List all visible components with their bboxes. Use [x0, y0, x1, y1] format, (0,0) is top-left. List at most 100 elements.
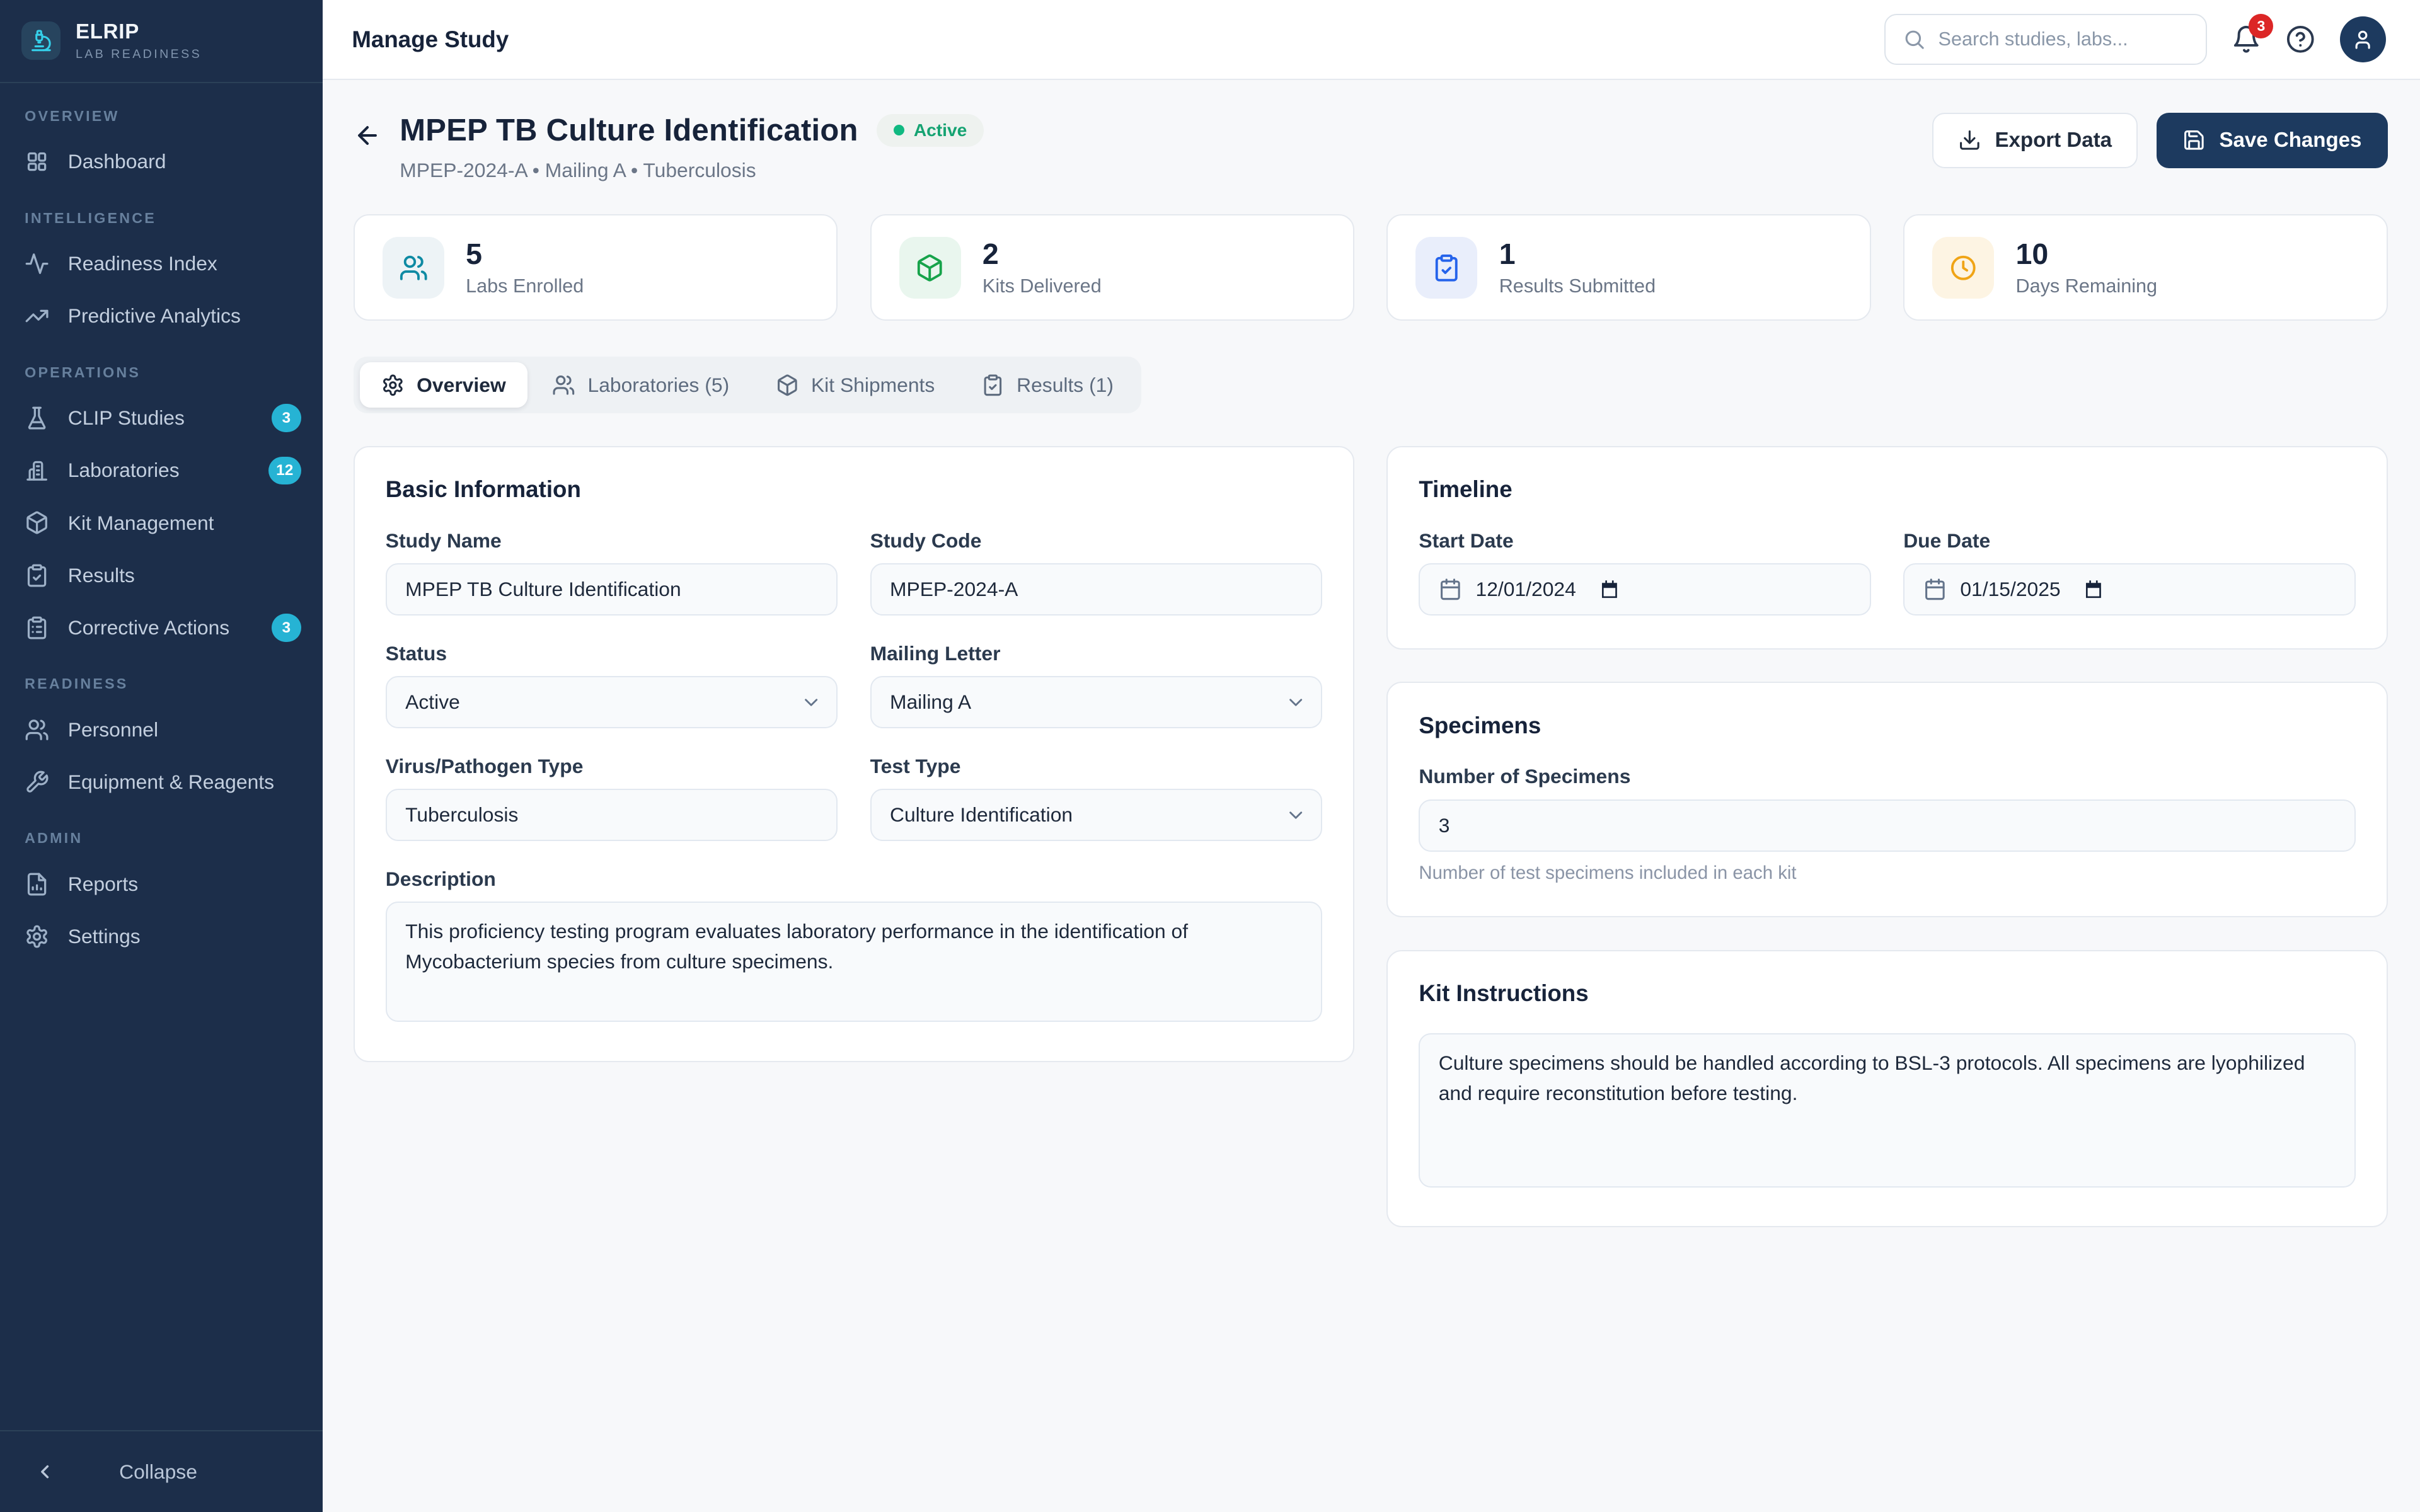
sidebar-item-label: Laboratories	[68, 459, 250, 482]
notifications-button[interactable]: 3	[2232, 25, 2261, 54]
search-box[interactable]	[1884, 14, 2207, 65]
activity-icon	[25, 251, 49, 276]
app-window: ELRIP LAB READINESS OVERVIEW Dashboard I…	[0, 0, 2420, 1512]
specimens-helper-text: Number of test specimens included in eac…	[1419, 862, 2355, 884]
clipboard-check-icon	[981, 374, 1005, 397]
sidebar-item-corrective-actions[interactable]: Corrective Actions 3	[0, 602, 323, 654]
sidebar-item-label: Dashboard	[68, 150, 301, 173]
number-of-specimens-input[interactable]	[1419, 799, 2355, 852]
start-date-label: Start Date	[1419, 529, 1870, 553]
sidebar-item-label: Equipment & Reagents	[68, 770, 301, 794]
description-label: Description	[386, 868, 1322, 891]
stat-value: 5	[466, 238, 584, 270]
test-type-select[interactable]: Culture Identification	[870, 789, 1322, 841]
status-badge: Active	[877, 114, 984, 147]
study-code-label: Study Code	[870, 529, 1322, 553]
sidebar-collapse-button[interactable]: Collapse	[0, 1430, 323, 1512]
wrench-icon	[25, 770, 49, 794]
section-title-specimens: Specimens	[1419, 713, 2355, 739]
collapse-label: Collapse	[55, 1460, 261, 1484]
mailing-letter-select[interactable]: Mailing A	[870, 676, 1322, 728]
description-textarea[interactable]: This proficiency testing program evaluat…	[386, 902, 1322, 1022]
users-icon	[552, 374, 575, 397]
microscope-logo-icon	[21, 21, 60, 60]
section-title-basic-information: Basic Information	[386, 476, 1322, 503]
export-data-button[interactable]: Export Data	[1932, 113, 2138, 168]
stat-label: Kits Delivered	[982, 275, 1102, 297]
study-name-label: Study Name	[386, 529, 838, 553]
study-code-input[interactable]	[870, 563, 1322, 616]
sidebar-item-results[interactable]: Results	[0, 549, 323, 602]
tab-laboratories[interactable]: Laboratories (5)	[531, 362, 751, 407]
sidebar-item-kit-management[interactable]: Kit Management	[0, 496, 323, 549]
stat-card-labs-enrolled: 5 Labs Enrolled	[354, 214, 838, 321]
clipboard-list-icon	[25, 616, 49, 640]
sidebar-item-label: Reports	[68, 873, 301, 896]
stat-label: Results Submitted	[1499, 275, 1656, 297]
section-title-timeline: Timeline	[1419, 476, 2355, 503]
tab-results[interactable]: Results (1)	[960, 362, 1136, 407]
main-area: Manage Study 3	[323, 0, 2420, 1512]
status-label: Status	[386, 642, 838, 665]
nav-section-admin: ADMIN	[0, 808, 323, 857]
download-icon	[1958, 129, 1981, 152]
users-icon	[25, 718, 49, 742]
clipboard-check-icon	[25, 563, 49, 588]
study-breadcrumb: MPEP-2024-A • Mailing A • Tuberculosis	[400, 159, 984, 182]
section-title-kit-instructions: Kit Instructions	[1419, 980, 2355, 1007]
users-icon	[383, 237, 444, 299]
date-picker-icon[interactable]	[2083, 580, 2104, 600]
study-name-input[interactable]	[386, 563, 838, 616]
save-changes-button[interactable]: Save Changes	[2157, 113, 2388, 168]
kit-instructions-textarea[interactable]: Culture specimens should be handled acco…	[1419, 1033, 2355, 1188]
package-icon	[25, 510, 49, 535]
chevron-left-icon	[34, 1461, 55, 1482]
sidebar-item-label: Corrective Actions	[68, 616, 253, 639]
stat-card-kits-delivered: 2 Kits Delivered	[870, 214, 1354, 321]
tab-overview[interactable]: Overview	[360, 362, 527, 407]
user-avatar[interactable]	[2340, 16, 2386, 62]
pathogen-type-input[interactable]	[386, 789, 838, 841]
sidebar-item-predictive-analytics[interactable]: Predictive Analytics	[0, 290, 323, 342]
export-data-label: Export Data	[1995, 129, 2112, 152]
mailing-letter-label: Mailing Letter	[870, 642, 1322, 665]
search-input[interactable]	[1939, 28, 2189, 50]
tab-label: Results (1)	[1017, 374, 1114, 397]
brand: ELRIP LAB READINESS	[0, 0, 323, 82]
start-date-input[interactable]: 12/01/2024	[1419, 563, 1870, 616]
laboratories-count-badge: 12	[268, 457, 301, 484]
sidebar-item-clip-studies[interactable]: CLIP Studies 3	[0, 392, 323, 444]
sidebar-item-settings[interactable]: Settings	[0, 910, 323, 963]
clip-studies-count-badge: 3	[272, 404, 301, 432]
date-picker-icon[interactable]	[1599, 580, 1620, 600]
stat-value: 2	[982, 238, 1102, 270]
study-tabs: Overview Laboratories (5) Kit Shipments …	[354, 357, 1141, 414]
back-button[interactable]	[354, 122, 381, 149]
sidebar-item-label: Personnel	[68, 718, 301, 742]
sidebar-item-dashboard[interactable]: Dashboard	[0, 135, 323, 188]
stat-label: Days Remaining	[2016, 275, 2158, 297]
sidebar-item-label: Results	[68, 564, 301, 587]
sidebar-item-reports[interactable]: Reports	[0, 857, 323, 910]
sidebar-item-laboratories[interactable]: Laboratories 12	[0, 444, 323, 496]
sidebar-item-readiness-index[interactable]: Readiness Index	[0, 238, 323, 290]
test-type-label: Test Type	[870, 755, 1322, 778]
study-header: MPEP TB Culture Identification Active MP…	[354, 113, 2388, 182]
package-icon	[776, 374, 799, 397]
sidebar-item-equipment-reagents[interactable]: Equipment & Reagents	[0, 756, 323, 808]
trending-up-icon	[25, 304, 49, 328]
sidebar-item-personnel[interactable]: Personnel	[0, 704, 323, 756]
stat-cards: 5 Labs Enrolled 2 Kits Delivered 1 Res	[354, 214, 2388, 321]
nav-section-operations: OPERATIONS	[0, 342, 323, 391]
tab-kit-shipments[interactable]: Kit Shipments	[754, 362, 956, 407]
brand-tagline: LAB READINESS	[76, 47, 202, 62]
help-button[interactable]	[2286, 25, 2315, 54]
kit-instructions-card: Kit Instructions Culture specimens shoul…	[1386, 950, 2387, 1227]
brand-name: ELRIP	[76, 20, 202, 44]
status-dot-icon	[894, 125, 904, 135]
status-select[interactable]: Active	[386, 676, 838, 728]
gear-icon	[381, 374, 405, 397]
due-date-input[interactable]: 01/15/2025	[1903, 563, 2355, 616]
stat-card-days-remaining: 10 Days Remaining	[1903, 214, 2387, 321]
clock-icon	[1932, 237, 1994, 299]
